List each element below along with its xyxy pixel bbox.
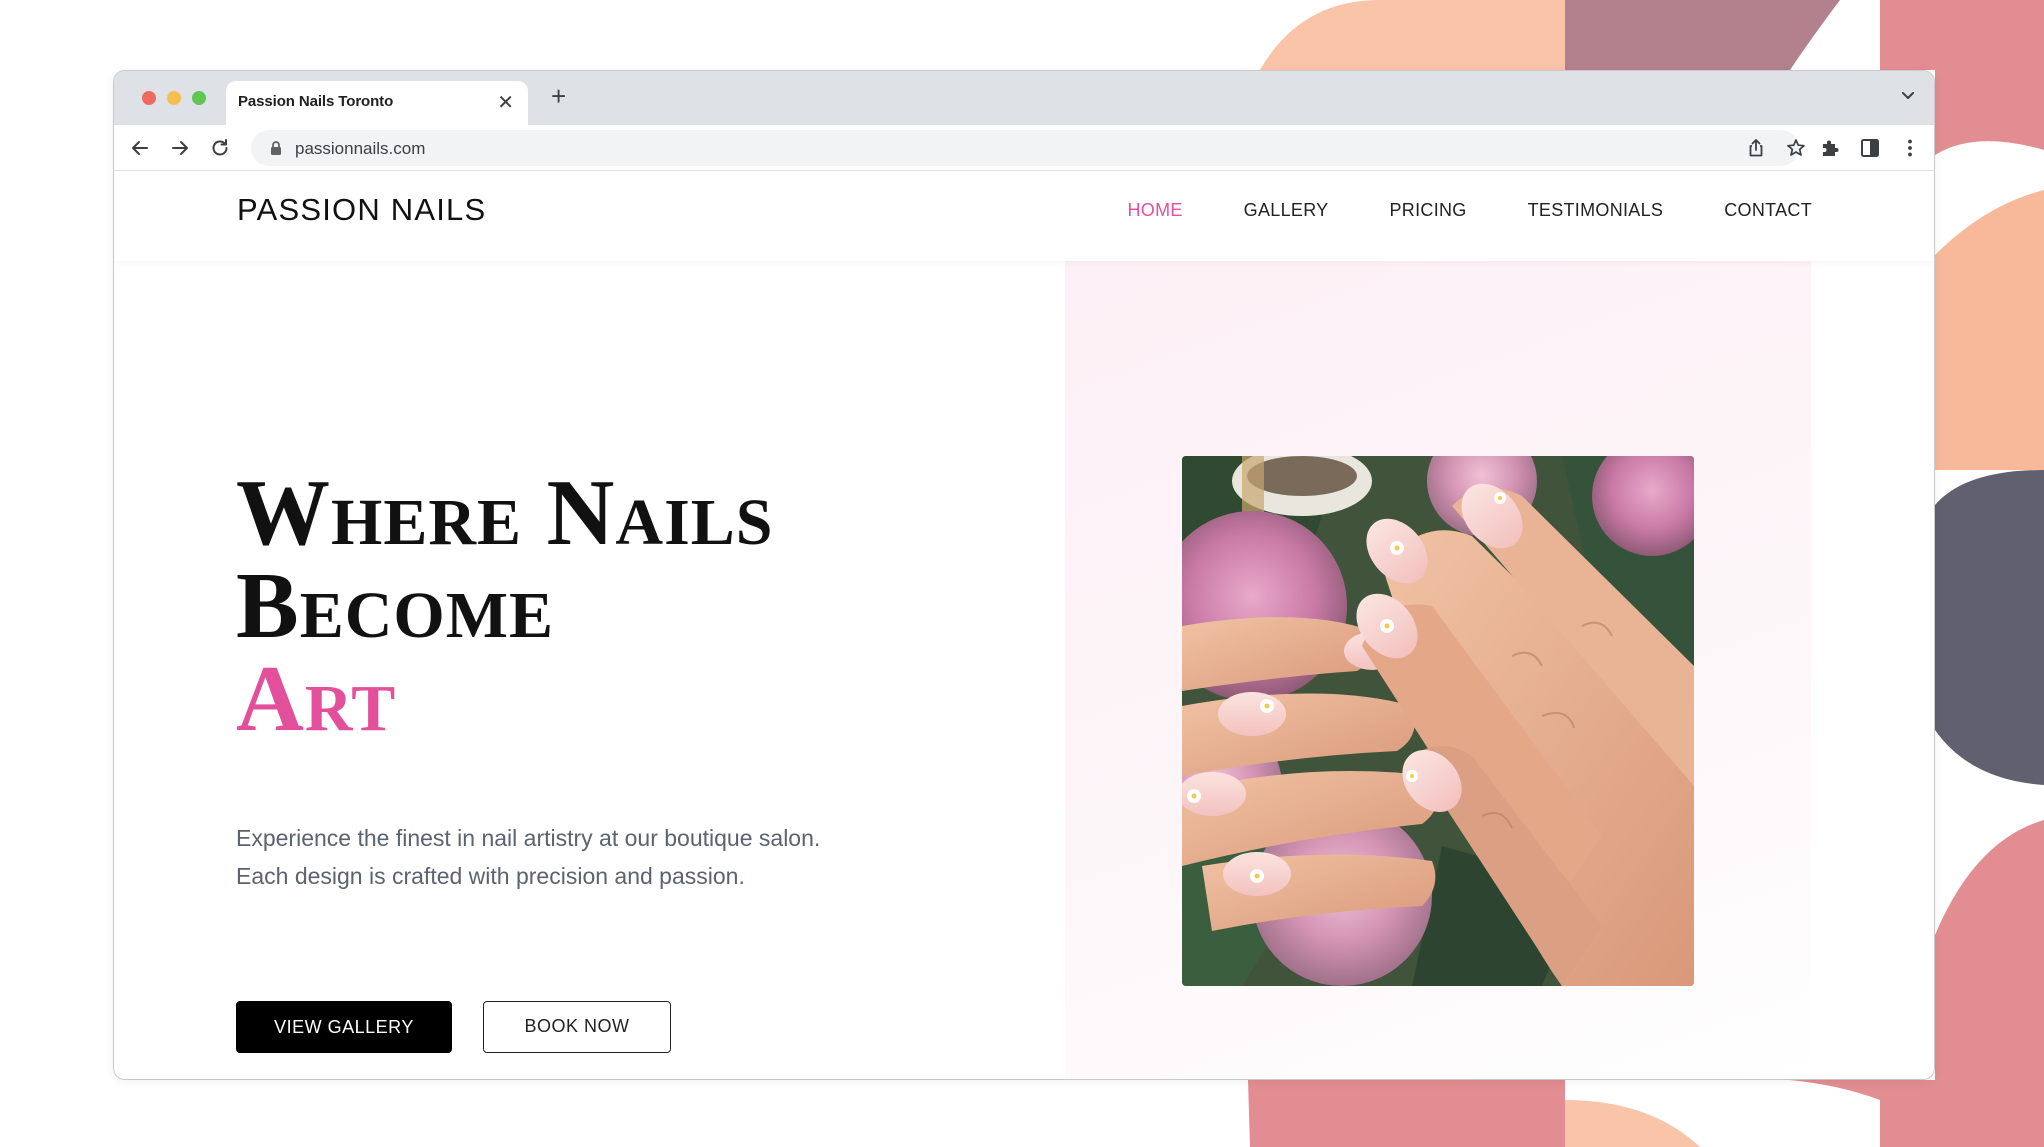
bg-peach-bottom	[1565, 1100, 1700, 1147]
bg-pink-bottom-right	[1790, 1080, 1880, 1100]
minimize-window-button[interactable]	[167, 91, 181, 105]
bg-pink-bottom	[1248, 1080, 1565, 1147]
nav-testimonials[interactable]: TESTIMONIALS	[1528, 200, 1664, 221]
headline-accent-word: Art	[236, 647, 397, 751]
bg-peach-top	[1260, 0, 1565, 70]
screenshot-stage: Passion Nails Toronto ✕ + passionnails.c…	[0, 0, 2044, 1147]
address-bar[interactable]: passionnails.com	[251, 130, 1805, 166]
back-arrow-icon[interactable]	[128, 136, 152, 160]
maximize-window-button[interactable]	[192, 91, 206, 105]
reload-icon[interactable]	[208, 136, 232, 160]
share-icon[interactable]	[1745, 137, 1767, 159]
extensions-puzzle-icon[interactable]	[1818, 136, 1842, 160]
headline-line-2: Become	[236, 554, 555, 658]
forward-arrow-icon[interactable]	[168, 136, 192, 160]
book-now-button[interactable]: BOOK NOW	[483, 1001, 671, 1053]
nav-pricing[interactable]: PRICING	[1390, 200, 1467, 221]
close-icon[interactable]: ✕	[497, 90, 514, 115]
nav-contact[interactable]: CONTACT	[1724, 200, 1812, 221]
browser-tab[interactable]: Passion Nails Toronto ✕	[226, 81, 528, 125]
tab-title: Passion Nails Toronto	[238, 93, 394, 110]
bg-peach-right	[1935, 190, 2044, 470]
plus-icon[interactable]: +	[551, 83, 566, 109]
close-window-button[interactable]	[142, 91, 156, 105]
browser-toolbar: passionnails.com	[114, 125, 1934, 171]
hero-nail-photo	[1182, 456, 1694, 986]
bg-mauve-top	[1565, 0, 1840, 70]
more-menu-icon[interactable]	[1898, 136, 1922, 160]
view-gallery-button[interactable]: VIEW GALLERY	[236, 1001, 452, 1053]
hero-description: Experience the finest in nail artistry a…	[236, 825, 821, 889]
web-page: PASSION NAILS HOME GALLERY PRICING TESTI…	[114, 171, 1934, 1079]
nav-home[interactable]: HOME	[1127, 200, 1182, 221]
browser-window: Passion Nails Toronto ✕ + passionnails.c…	[113, 70, 1935, 1080]
lock-icon	[271, 141, 281, 155]
headline-line-1: Where Nails	[236, 461, 774, 565]
site-logo[interactable]: PASSION NAILS	[237, 192, 486, 228]
bg-slate-right	[1935, 470, 2044, 785]
chevron-down-icon[interactable]	[1898, 85, 1918, 105]
side-panel-icon[interactable]	[1858, 136, 1882, 160]
main-nav: HOME GALLERY PRICING TESTIMONIALS CONTAC…	[1066, 200, 1812, 221]
star-bookmark-icon[interactable]	[1785, 137, 1807, 159]
nav-gallery[interactable]: GALLERY	[1244, 200, 1329, 221]
hero-headline: Where Nails Become Art	[236, 461, 774, 751]
site-header: PASSION NAILS HOME GALLERY PRICING TESTI…	[114, 171, 1934, 261]
tab-strip: Passion Nails Toronto ✕ +	[114, 71, 1934, 125]
url-text: passionnails.com	[295, 139, 426, 158]
